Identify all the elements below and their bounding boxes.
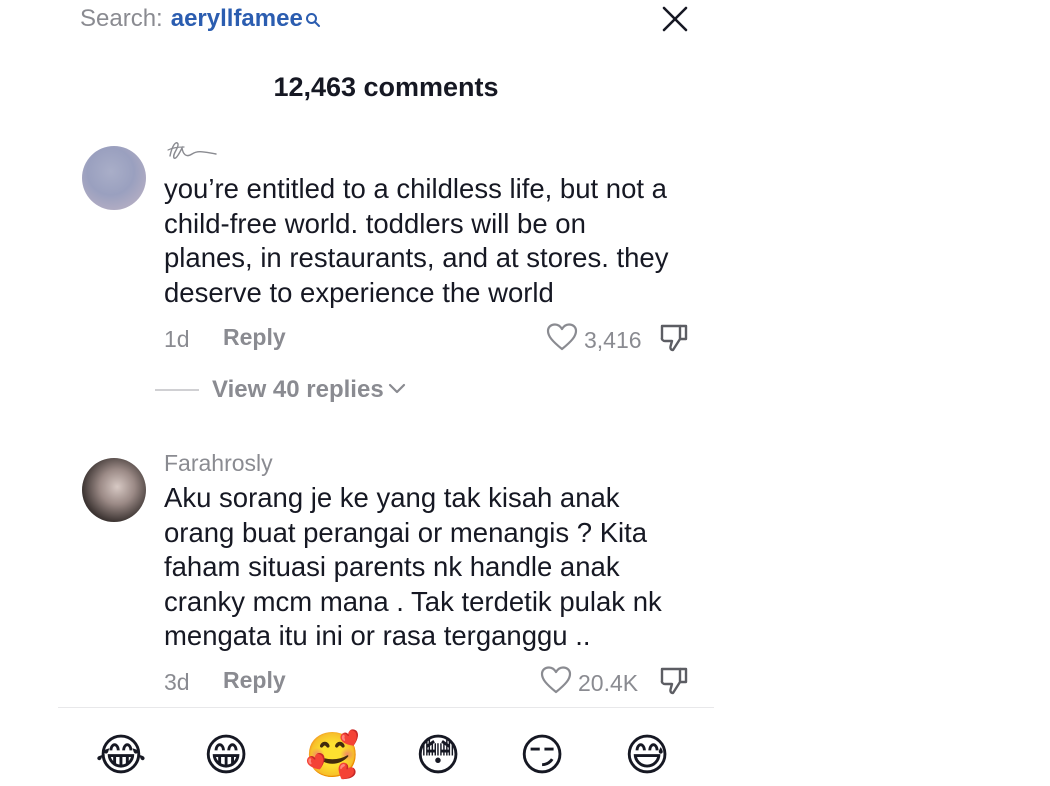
emoji-flushed[interactable]: 😳 bbox=[412, 730, 464, 782]
like-count: 20.4K bbox=[578, 669, 639, 696]
close-icon[interactable] bbox=[660, 4, 690, 34]
emoji-grin[interactable]: 😁 bbox=[200, 730, 252, 782]
comment-actions: 1d Reply 3,416 bbox=[164, 322, 694, 356]
search-prefix: Search: bbox=[80, 5, 163, 32]
comment-text: Aku sorang je ke yang tak kisah anak ora… bbox=[164, 482, 662, 651]
composer-divider bbox=[58, 707, 714, 708]
comment-count-title: 12,463 comments bbox=[273, 72, 499, 102]
view-replies-button[interactable]: View 40 replies bbox=[155, 376, 406, 404]
emoji-sweat-smile[interactable]: 😅 bbox=[621, 730, 673, 782]
heart-icon bbox=[540, 665, 572, 701]
emoji-hearts-face[interactable]: 🥰 bbox=[305, 730, 360, 782]
emoji-smirk[interactable]: 😏 bbox=[516, 730, 568, 782]
comment-time: 3d bbox=[164, 669, 190, 695]
username-signature[interactable] bbox=[164, 132, 224, 168]
like-button[interactable]: 3,416 bbox=[546, 322, 642, 358]
replies-divider-line bbox=[155, 389, 199, 391]
avatar[interactable] bbox=[82, 146, 146, 210]
search-icon bbox=[305, 4, 321, 38]
comment-actions: 3d Reply 20.4K bbox=[164, 665, 694, 699]
dislike-icon[interactable] bbox=[658, 322, 690, 360]
comment-time: 1d bbox=[164, 326, 190, 352]
comments-panel: Search: aeryllfamee 12,463 comments you’… bbox=[0, 0, 715, 783]
emoji-tears-of-joy[interactable]: 😂 bbox=[95, 730, 147, 782]
view-replies-label: View 40 replies bbox=[212, 376, 384, 403]
chevron-down-icon bbox=[388, 382, 406, 401]
username[interactable]: Farahrosly bbox=[164, 450, 273, 477]
dislike-icon[interactable] bbox=[658, 665, 690, 703]
comment-text: you’re entitled to a childless life, but… bbox=[164, 173, 669, 308]
search-query-link[interactable]: aeryllfamee bbox=[171, 2, 303, 36]
avatar[interactable] bbox=[82, 458, 146, 522]
reply-button[interactable]: Reply bbox=[223, 667, 286, 694]
reply-button[interactable]: Reply bbox=[223, 324, 286, 351]
like-count: 3,416 bbox=[584, 326, 642, 353]
search-header[interactable]: Search: aeryllfamee bbox=[80, 2, 321, 38]
emoji-quick-bar: 😂 😁 🥰 😳 😏 😅 bbox=[95, 730, 695, 786]
like-button[interactable]: 20.4K bbox=[540, 665, 638, 701]
heart-icon bbox=[546, 322, 578, 358]
